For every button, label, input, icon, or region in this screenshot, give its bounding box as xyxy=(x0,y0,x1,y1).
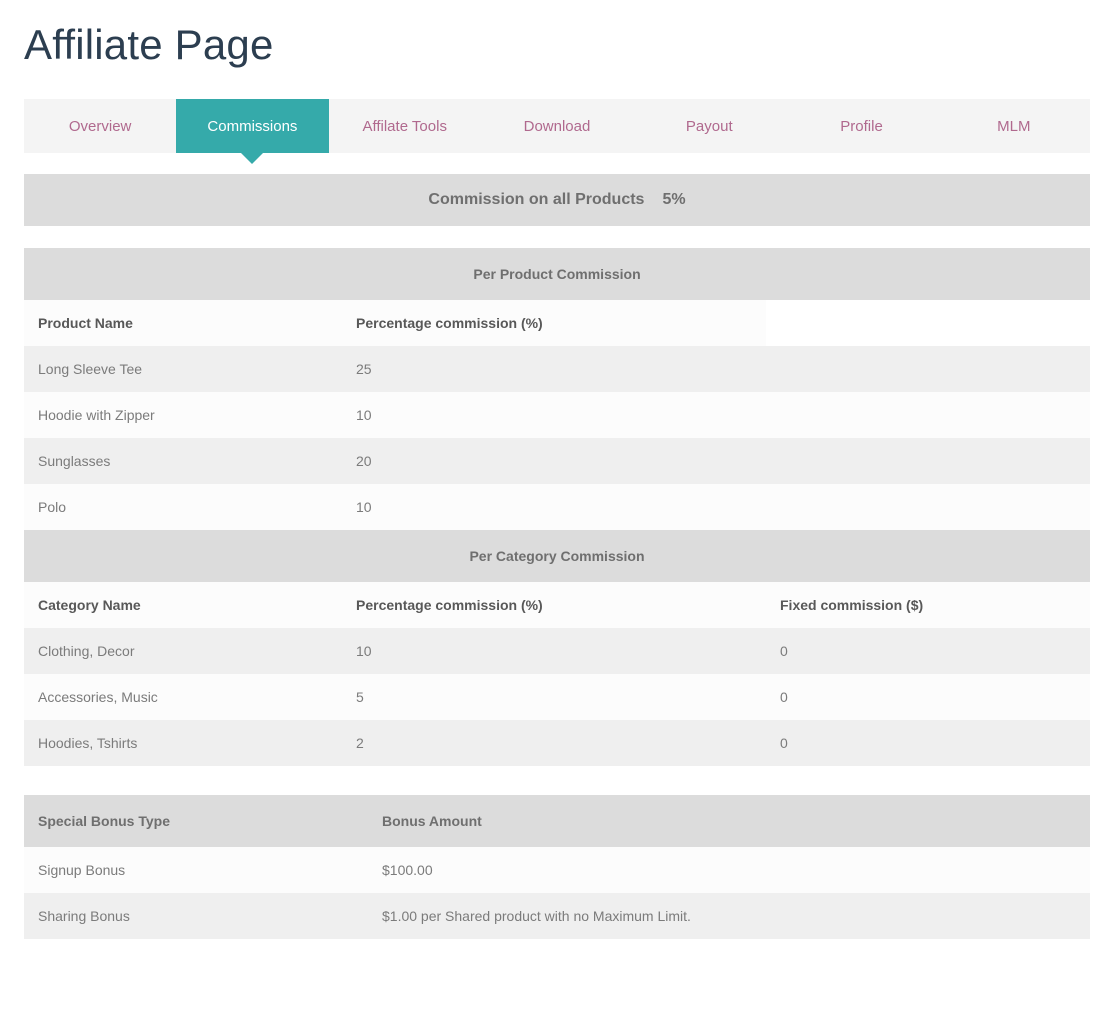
cell-product-spacer xyxy=(766,484,1091,530)
table-row: Clothing, Decor 10 0 xyxy=(24,628,1091,674)
table-row: Hoodies, Tshirts 2 0 xyxy=(24,720,1091,766)
column-header-bonus-type: Special Bonus Type xyxy=(24,795,368,847)
cell-product-percentage: 10 xyxy=(342,484,766,530)
cell-product-spacer xyxy=(766,346,1091,392)
column-header-category-fixed: Fixed commission ($) xyxy=(766,582,1091,628)
column-header-product-percentage: Percentage commission (%) xyxy=(342,300,766,346)
commission-tables-panel: Per Product Commission Product Name Perc… xyxy=(24,248,1091,766)
global-commission-value: 5% xyxy=(662,191,686,208)
global-commission-label: Commission on all Products xyxy=(428,191,645,208)
cell-product-name: Long Sleeve Tee xyxy=(24,346,342,392)
cell-category-percentage: 2 xyxy=(342,720,766,766)
tab-label: Profile xyxy=(840,117,883,135)
tab-payout[interactable]: Payout xyxy=(633,99,785,153)
global-commission-banner: Commission on all Products 5% xyxy=(24,174,1090,226)
column-header-category-name: Category Name xyxy=(24,582,342,628)
per-category-section-header: Per Category Commission xyxy=(24,530,1091,582)
tab-mlm[interactable]: MLM xyxy=(938,99,1090,153)
column-header-product-name: Product Name xyxy=(24,300,342,346)
cell-category-percentage: 10 xyxy=(342,628,766,674)
cell-product-spacer xyxy=(766,392,1091,438)
cell-product-name: Polo xyxy=(24,484,342,530)
cell-bonus-amount: $1.00 per Shared product with no Maximum… xyxy=(368,893,1090,939)
cell-product-percentage: 25 xyxy=(342,346,766,392)
tab-label: Overview xyxy=(68,117,132,135)
tab-overview[interactable]: Overview xyxy=(24,99,176,153)
cell-product-name: Sunglasses xyxy=(24,438,342,484)
table-row: Hoodie with Zipper 10 xyxy=(24,392,1091,438)
tab-download[interactable]: Download xyxy=(481,99,633,153)
column-header-bonus-amount: Bonus Amount xyxy=(368,795,1090,847)
page-title: Affiliate Page xyxy=(24,21,274,68)
column-header-product-blank xyxy=(766,300,1091,346)
cell-product-name: Hoodie with Zipper xyxy=(24,392,342,438)
cell-category-name: Hoodies, Tshirts xyxy=(24,720,342,766)
tab-label: Payout xyxy=(685,117,733,135)
column-header-category-percentage: Percentage commission (%) xyxy=(342,582,766,628)
cell-product-spacer xyxy=(766,438,1091,484)
cell-category-fixed: 0 xyxy=(766,720,1091,766)
affiliate-page: Affiliate Page Overview Commissions Affi… xyxy=(0,0,1118,1023)
commission-table: Per Product Commission Product Name Perc… xyxy=(24,248,1091,766)
tab-profile[interactable]: Profile xyxy=(785,99,937,153)
cell-product-percentage: 20 xyxy=(342,438,766,484)
category-table-header-row: Category Name Percentage commission (%) … xyxy=(24,582,1091,628)
cell-category-percentage: 5 xyxy=(342,674,766,720)
tab-label: MLM xyxy=(997,117,1031,135)
table-row: Signup Bonus $100.00 xyxy=(24,847,1090,893)
tab-label: Commissions xyxy=(207,117,298,135)
product-table-header-row: Product Name Percentage commission (%) xyxy=(24,300,1091,346)
bonus-table-header-row: Special Bonus Type Bonus Amount xyxy=(24,795,1090,847)
cell-category-name: Clothing, Decor xyxy=(24,628,342,674)
table-row: Sunglasses 20 xyxy=(24,438,1091,484)
tab-affilate-tools[interactable]: Affilate Tools xyxy=(329,99,481,153)
cell-category-fixed: 0 xyxy=(766,628,1091,674)
tab-label: Affilate Tools xyxy=(362,117,447,135)
cell-bonus-amount: $100.00 xyxy=(368,847,1090,893)
per-product-section-header: Per Product Commission xyxy=(24,248,1091,300)
table-row: Polo 10 xyxy=(24,484,1091,530)
cell-category-fixed: 0 xyxy=(766,674,1091,720)
table-row: Long Sleeve Tee 25 xyxy=(24,346,1091,392)
tab-label: Download xyxy=(523,117,591,135)
tab-commissions[interactable]: Commissions xyxy=(176,99,329,164)
per-product-section-title: Per Product Commission xyxy=(24,248,1091,300)
table-row: Sharing Bonus $1.00 per Shared product w… xyxy=(24,893,1090,939)
cell-bonus-type: Sharing Bonus xyxy=(24,893,368,939)
special-bonus-panel: Special Bonus Type Bonus Amount Signup B… xyxy=(24,795,1090,939)
cell-bonus-type: Signup Bonus xyxy=(24,847,368,893)
cell-category-name: Accessories, Music xyxy=(24,674,342,720)
per-category-section-title: Per Category Commission xyxy=(24,530,1091,582)
active-tab-arrow-icon xyxy=(241,153,264,164)
cell-product-percentage: 10 xyxy=(342,392,766,438)
special-bonus-table: Special Bonus Type Bonus Amount Signup B… xyxy=(24,795,1090,939)
table-row: Accessories, Music 5 0 xyxy=(24,674,1091,720)
tab-bar: Overview Commissions Affilate Tools Down… xyxy=(24,99,1090,164)
